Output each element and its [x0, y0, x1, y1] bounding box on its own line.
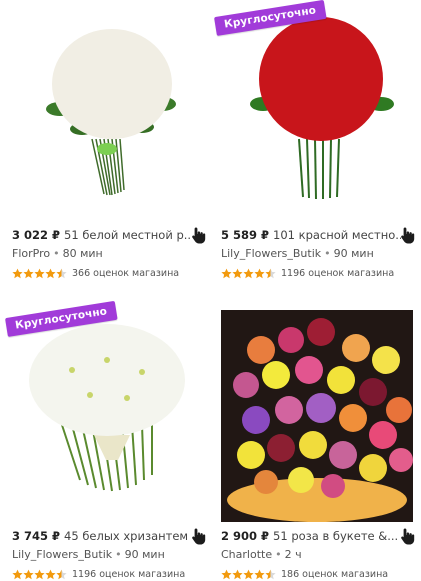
- shop-info: Lily_Flowers_Butik • 90 мин: [221, 247, 374, 260]
- star-icon: [221, 569, 232, 580]
- separator: •: [53, 247, 60, 260]
- star-icon: [243, 268, 254, 279]
- delivery-time: 2 ч: [284, 548, 302, 561]
- star-icon: [12, 268, 23, 279]
- product-price: 3 745 ₽: [12, 529, 61, 543]
- product-photo-white-roses[interactable]: [12, 9, 204, 221]
- product-title[interactable]: 2 900 ₽51 роза в букете &...: [221, 529, 401, 545]
- rating-stars: [221, 569, 276, 580]
- star-icon: [23, 569, 34, 580]
- white-roses-image: [46, 29, 176, 196]
- star-icon: [254, 569, 265, 580]
- rating: 1196 оценок магазина: [221, 268, 394, 279]
- shop-info: Charlotte • 2 ч: [221, 548, 302, 561]
- rating-stars: [221, 268, 276, 279]
- delivery-time: 90 мин: [333, 247, 374, 260]
- delivery-time: 80 мин: [62, 247, 103, 260]
- product-price: 3 022 ₽: [12, 228, 61, 242]
- shop-name[interactable]: Lily_Flowers_Butik: [221, 247, 321, 260]
- product-photo-mixed-roses[interactable]: [221, 310, 413, 522]
- reviews-count[interactable]: 1196 оценок магазина: [281, 268, 394, 279]
- product-title[interactable]: 5 589 ₽101 красной местно...: [221, 228, 401, 244]
- product-name: 51 белой местной р...: [64, 228, 192, 242]
- star-icon: [232, 268, 243, 279]
- reviews-count[interactable]: 1196 оценок магазина: [72, 569, 185, 580]
- shop-name[interactable]: FlorPro: [12, 247, 50, 260]
- star-icon: [23, 268, 34, 279]
- delivery-time: 90 мин: [124, 548, 165, 561]
- mixed-roses-image: [221, 310, 413, 522]
- red-roses-image: [250, 17, 394, 200]
- hand-pointer-icon[interactable]: [399, 527, 415, 545]
- rating: 186 оценок магазина: [221, 569, 388, 580]
- shop-name[interactable]: Charlotte: [221, 548, 272, 561]
- product-grid: 3 022 ₽51 белой местной р... FlorPro • 80 …: [0, 0, 421, 581]
- star-icon: [243, 569, 254, 580]
- white-chrysanthemums-image: [29, 324, 185, 492]
- shop-name[interactable]: Lily_Flowers_Butik: [12, 548, 112, 561]
- product-photo-white-chrysanthemums[interactable]: [12, 310, 204, 522]
- product-price: 5 589 ₽: [221, 228, 270, 242]
- separator: •: [115, 548, 122, 561]
- separator: •: [324, 247, 331, 260]
- rating-stars: [12, 569, 67, 580]
- shop-info: FlorPro • 80 мин: [12, 247, 103, 260]
- product-name: 45 белых хризантем: [64, 529, 189, 543]
- rating: 366 оценок магазина: [12, 268, 179, 279]
- star-icon: [45, 569, 56, 580]
- product-title[interactable]: 3 022 ₽51 белой местной р...: [12, 228, 192, 244]
- star-icon: [56, 268, 67, 279]
- reviews-count[interactable]: 366 оценок магазина: [72, 268, 179, 279]
- product-photo-red-roses[interactable]: [221, 9, 413, 221]
- star-icon: [265, 268, 276, 279]
- product-price: 2 900 ₽: [221, 529, 270, 543]
- star-icon: [254, 268, 265, 279]
- star-icon: [34, 569, 45, 580]
- hand-pointer-icon[interactable]: [399, 226, 415, 244]
- star-icon: [56, 569, 67, 580]
- star-icon: [232, 569, 243, 580]
- star-icon: [45, 268, 56, 279]
- star-icon: [12, 569, 23, 580]
- hand-pointer-icon[interactable]: [190, 527, 206, 545]
- rating: 1196 оценок магазина: [12, 569, 185, 580]
- star-icon: [34, 268, 45, 279]
- product-name: 101 красной местно...: [273, 228, 401, 242]
- reviews-count[interactable]: 186 оценок магазина: [281, 569, 388, 580]
- star-icon: [221, 268, 232, 279]
- rating-stars: [12, 268, 67, 279]
- separator: •: [275, 548, 282, 561]
- star-icon: [265, 569, 276, 580]
- hand-pointer-icon[interactable]: [190, 226, 206, 244]
- product-name: 51 роза в букете &...: [273, 529, 399, 543]
- shop-info: Lily_Flowers_Butik • 90 мин: [12, 548, 165, 561]
- product-title[interactable]: 3 745 ₽45 белых хризантем: [12, 529, 192, 545]
